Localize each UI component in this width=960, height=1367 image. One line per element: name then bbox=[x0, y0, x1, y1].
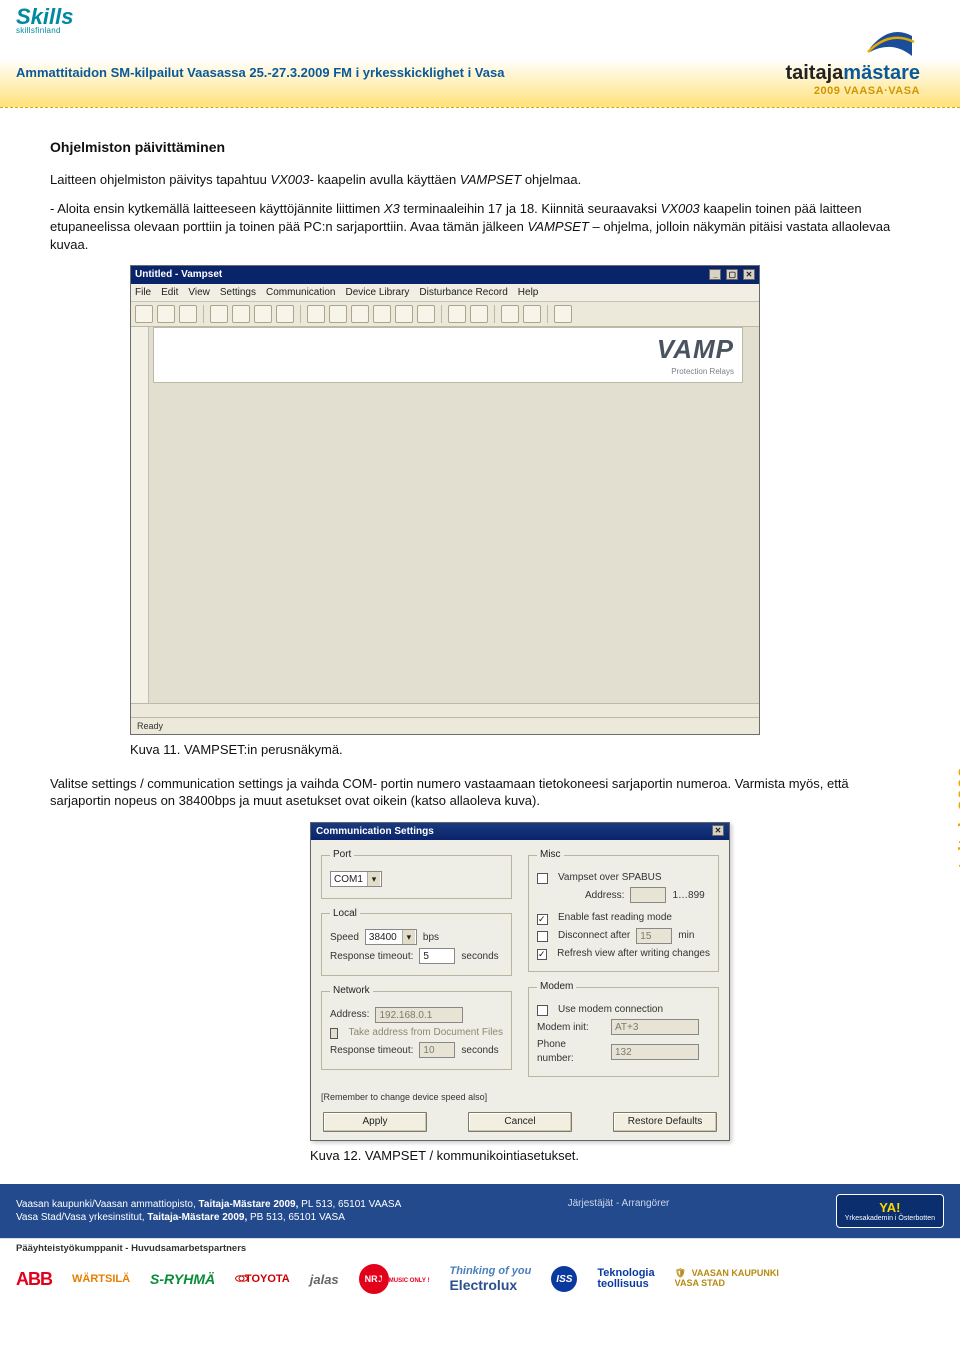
electrolux-logo: Electrolux bbox=[449, 1277, 517, 1293]
maximize-icon[interactable]: ▢ bbox=[726, 269, 738, 280]
paragraph-steps: - Aloita ensin kytkemällä laitteeseen kä… bbox=[50, 200, 910, 253]
use-modem-checkbox[interactable] bbox=[537, 1005, 548, 1016]
spabus-checkbox[interactable] bbox=[537, 873, 548, 884]
menu-view[interactable]: View bbox=[188, 286, 210, 300]
misc-group: Misc Vampset over SPABUS Address: 1…899 bbox=[528, 848, 719, 972]
toolbar-button[interactable] bbox=[501, 305, 519, 323]
document-body: Ohjelmiston päivittäminen Laitteen ohjel… bbox=[0, 108, 960, 1184]
address-label: Address: bbox=[330, 1008, 369, 1022]
toolbar-button[interactable] bbox=[351, 305, 369, 323]
modem-init-input: AT+3 bbox=[611, 1019, 699, 1035]
toolbar-button[interactable] bbox=[448, 305, 466, 323]
network-address-input: 192.168.0.1 bbox=[375, 1007, 463, 1023]
app-canvas: VAMP Protection Relays bbox=[131, 327, 759, 717]
electrolux-slogan: Thinking of you bbox=[449, 1265, 531, 1277]
window-title: Untitled - Vampset bbox=[135, 268, 222, 282]
disconnect-value-input: 15 bbox=[636, 928, 672, 944]
vaasa-logo: VAASAN KAUPUNKIVASA STAD bbox=[675, 1269, 779, 1289]
close-icon[interactable]: ✕ bbox=[743, 269, 755, 280]
toolbar-button[interactable] bbox=[210, 305, 228, 323]
paragraph-settings: Valitse settings / communication setting… bbox=[50, 775, 910, 810]
dialog-title: Communication Settings bbox=[316, 825, 434, 839]
teknologiateollisuus-logo: Teknologiateollisuus bbox=[597, 1268, 654, 1290]
organisers-label: Järjestäjät - Arrangörer bbox=[568, 1198, 670, 1209]
response-timeout-label: Response timeout: bbox=[330, 950, 413, 964]
menu-help[interactable]: Help bbox=[518, 286, 539, 300]
toolbar-button[interactable] bbox=[232, 305, 250, 323]
phone-number-input: 132 bbox=[611, 1044, 699, 1060]
menubar: File Edit View Settings Communication De… bbox=[131, 284, 759, 303]
toolbar-button[interactable] bbox=[179, 305, 197, 323]
toolbar-button[interactable] bbox=[373, 305, 391, 323]
ya-logo: YA! Yrkesakademin i Österbotten bbox=[836, 1194, 944, 1228]
toolbar-button[interactable] bbox=[523, 305, 541, 323]
menu-settings[interactable]: Settings bbox=[220, 286, 256, 300]
toolbar-button[interactable] bbox=[470, 305, 488, 323]
speed-select[interactable]: 38400 bbox=[365, 929, 417, 945]
take-address-checkbox bbox=[330, 1028, 338, 1039]
response-timeout-input[interactable]: 5 bbox=[419, 948, 455, 964]
menu-edit[interactable]: Edit bbox=[161, 286, 178, 300]
partners-label: Pääyhteistyökumppanit - Huvudsamarbetspa… bbox=[0, 1238, 960, 1256]
close-icon[interactable]: ✕ bbox=[712, 825, 724, 836]
net-response-timeout-input: 10 bbox=[419, 1042, 455, 1058]
toyota-logo: TOYOTA bbox=[235, 1273, 290, 1286]
spabus-address-input bbox=[630, 887, 666, 903]
refresh-checkbox[interactable] bbox=[537, 949, 547, 960]
menu-file[interactable]: File bbox=[135, 286, 151, 300]
comm-settings-dialog: Communication Settings ✕ Port COM1 bbox=[310, 822, 730, 1141]
local-group: Local Speed 38400 bps Response timeout: … bbox=[321, 907, 512, 977]
window-buttons: _ ▢ ✕ bbox=[707, 268, 755, 282]
paragraph-intro: Laitteen ohjelmiston päivitys tapahtuu V… bbox=[50, 171, 910, 189]
footer-address: Vaasan kaupunki/Vaasan ammattiopisto, Ta… bbox=[16, 1198, 401, 1225]
sryhma-logo: S-RYHMÄ bbox=[150, 1271, 215, 1287]
port-select[interactable]: COM1 bbox=[330, 871, 382, 887]
page-footer: Vaasan kaupunki/Vaasan ammattiopisto, Ta… bbox=[0, 1184, 960, 1304]
partner-logos: ABB WÄRTSILÄ S-RYHMÄ TOYOTA jalas NRJ HI… bbox=[0, 1256, 960, 1304]
menu-disturbance-record[interactable]: Disturbance Record bbox=[419, 286, 507, 300]
toolbar-button[interactable] bbox=[307, 305, 325, 323]
vampset-screenshot: Untitled - Vampset _ ▢ ✕ File Edit View … bbox=[130, 265, 760, 735]
apply-button[interactable]: Apply bbox=[323, 1112, 427, 1132]
toolbar-button[interactable] bbox=[395, 305, 413, 323]
page-header: Skills skillsfinland Ammattitaidon SM-ki… bbox=[0, 0, 960, 108]
restore-defaults-button[interactable]: Restore Defaults bbox=[613, 1112, 717, 1132]
abb-logo: ABB bbox=[16, 1269, 52, 1290]
side-pane bbox=[131, 327, 149, 717]
menu-communication[interactable]: Communication bbox=[266, 286, 335, 300]
section-heading: Ohjelmiston päivittäminen bbox=[50, 138, 910, 157]
menu-device-library[interactable]: Device Library bbox=[345, 286, 409, 300]
disconnect-checkbox[interactable] bbox=[537, 931, 548, 942]
horizontal-scrollbar[interactable] bbox=[131, 703, 759, 717]
statusbar: Ready bbox=[131, 717, 759, 734]
figure-caption-11: Kuva 11. VAMPSET:in perusnäkymä. bbox=[130, 741, 910, 759]
vamp-banner: VAMP Protection Relays bbox=[153, 327, 743, 383]
toolbar-button[interactable] bbox=[417, 305, 435, 323]
port-group: Port COM1 bbox=[321, 848, 512, 899]
taitaja-swoosh-icon bbox=[862, 18, 920, 62]
cancel-button[interactable]: Cancel bbox=[468, 1112, 572, 1132]
fast-reading-checkbox[interactable] bbox=[537, 914, 548, 925]
side-url: www.taitaja2009.com bbox=[956, 720, 960, 920]
toolbar-button[interactable] bbox=[276, 305, 294, 323]
toolbar-button[interactable] bbox=[157, 305, 175, 323]
speed-label: Speed bbox=[330, 931, 359, 945]
wartsila-logo: WÄRTSILÄ bbox=[72, 1273, 130, 1285]
status-ready: Ready bbox=[137, 720, 163, 732]
modem-group: Modem Use modem connection Modem init: A… bbox=[528, 980, 719, 1077]
window-titlebar: Untitled - Vampset _ ▢ ✕ bbox=[131, 266, 759, 284]
network-group: Network Address: 192.168.0.1 Take addres… bbox=[321, 984, 512, 1070]
toolbar-help-icon[interactable] bbox=[554, 305, 572, 323]
toolbar-button[interactable] bbox=[254, 305, 272, 323]
taitaja-logo: taitajamästare 2009 VAASA·VASA bbox=[785, 18, 920, 97]
figure-caption-12: Kuva 12. VAMPSET / kommunikointiasetukse… bbox=[310, 1147, 910, 1165]
toolbar bbox=[131, 302, 759, 327]
toolbar-button[interactable] bbox=[329, 305, 347, 323]
dialog-note: [Remember to change device speed also] bbox=[321, 1091, 719, 1103]
toolbar-button[interactable] bbox=[135, 305, 153, 323]
iss-logo: ISS bbox=[551, 1266, 577, 1292]
jalas-logo: jalas bbox=[310, 1272, 339, 1287]
minimize-icon[interactable]: _ bbox=[709, 269, 721, 280]
